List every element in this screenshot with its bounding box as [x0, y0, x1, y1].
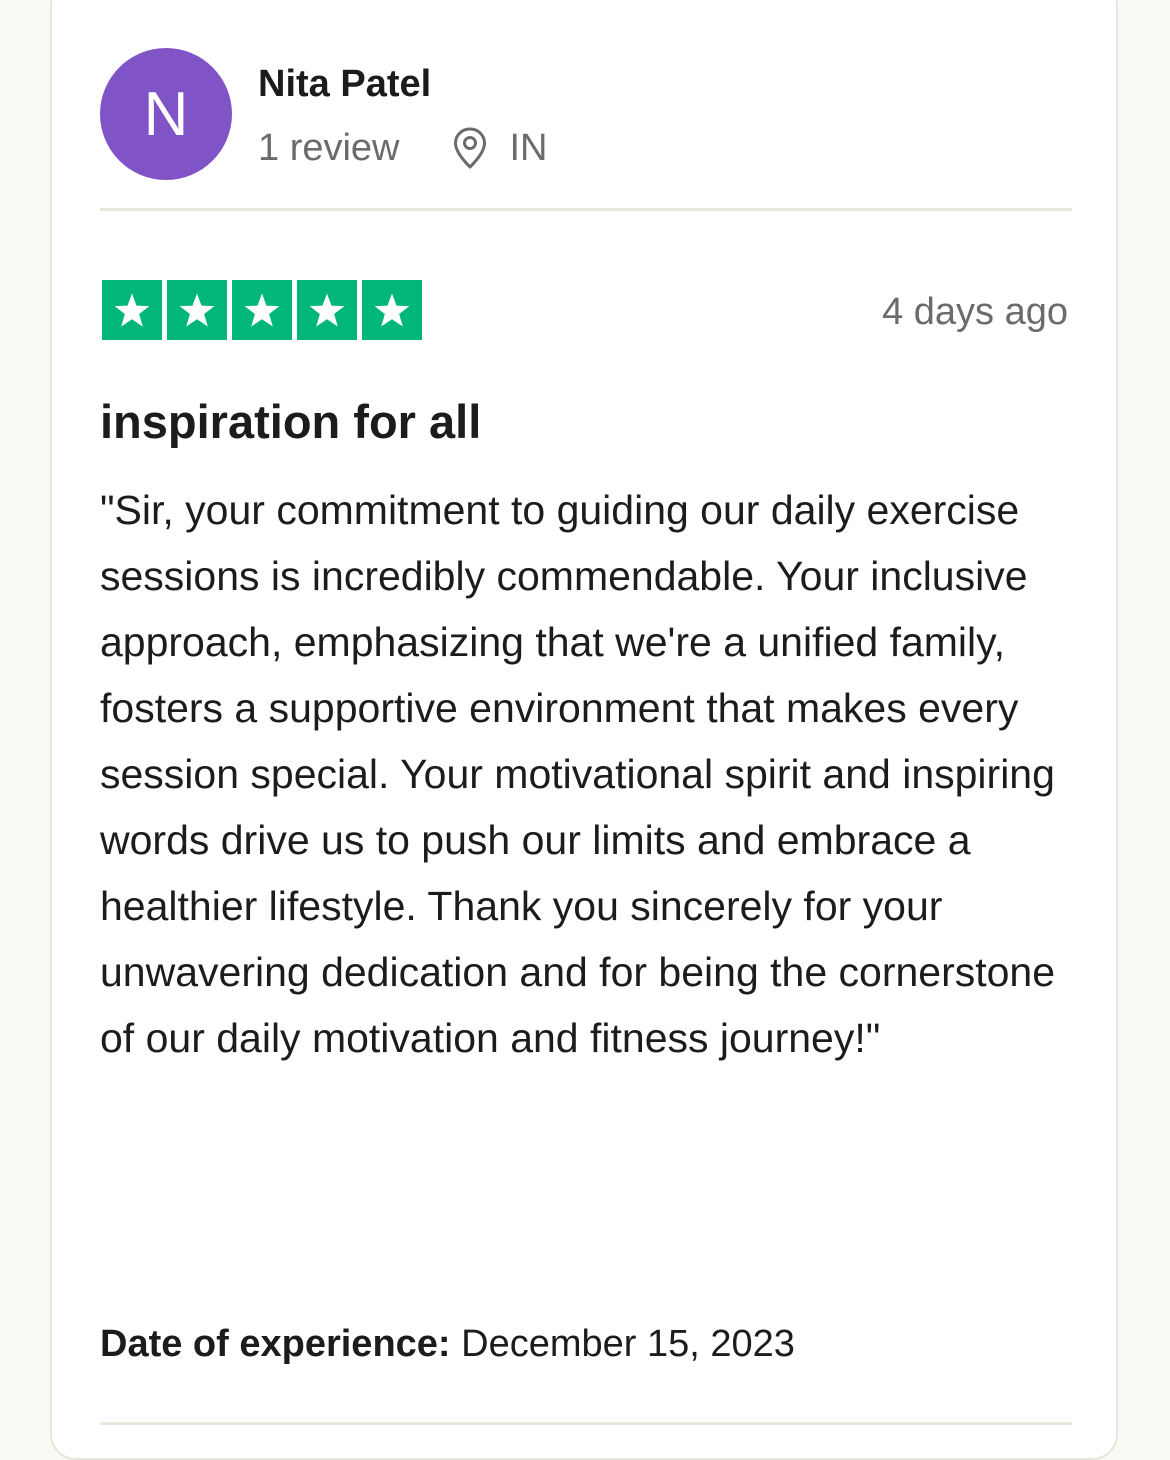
star-box: [297, 280, 357, 340]
reviewer-location: IN: [452, 126, 548, 170]
reviewer-info: Nita Patel 1 review IN: [258, 62, 548, 170]
avatar[interactable]: N: [100, 48, 232, 180]
header-divider: [100, 208, 1072, 211]
date-of-experience: Date of experience: December 15, 2023: [100, 1322, 795, 1366]
review-title[interactable]: inspiration for all: [100, 394, 481, 450]
reviewer-meta: 1 review IN: [258, 126, 548, 170]
review-count: 1 review: [258, 127, 400, 169]
star-icon: [179, 293, 215, 327]
review-card: N Nita Patel 1 review IN 4 days ago insp…: [50, 0, 1118, 1460]
experience-label: Date of experience:: [100, 1323, 451, 1365]
reviewer-name[interactable]: Nita Patel: [258, 62, 548, 106]
star-rating: [102, 280, 422, 340]
star-icon: [309, 293, 345, 327]
reviewer-header[interactable]: N Nita Patel 1 review IN: [100, 48, 548, 180]
star-box: [102, 280, 162, 340]
location-pin-icon: [453, 127, 486, 169]
experience-date: December 15, 2023: [461, 1323, 795, 1365]
star-box: [232, 280, 292, 340]
star-icon: [374, 293, 410, 327]
star-box: [362, 280, 422, 340]
star-icon: [244, 293, 280, 327]
star-box: [167, 280, 227, 340]
star-icon: [114, 293, 150, 327]
review-text: "Sir, your commitment to guiding our dai…: [100, 487, 1056, 1061]
review-date: 4 days ago: [882, 291, 1068, 333]
reviewer-country: IN: [509, 127, 548, 169]
